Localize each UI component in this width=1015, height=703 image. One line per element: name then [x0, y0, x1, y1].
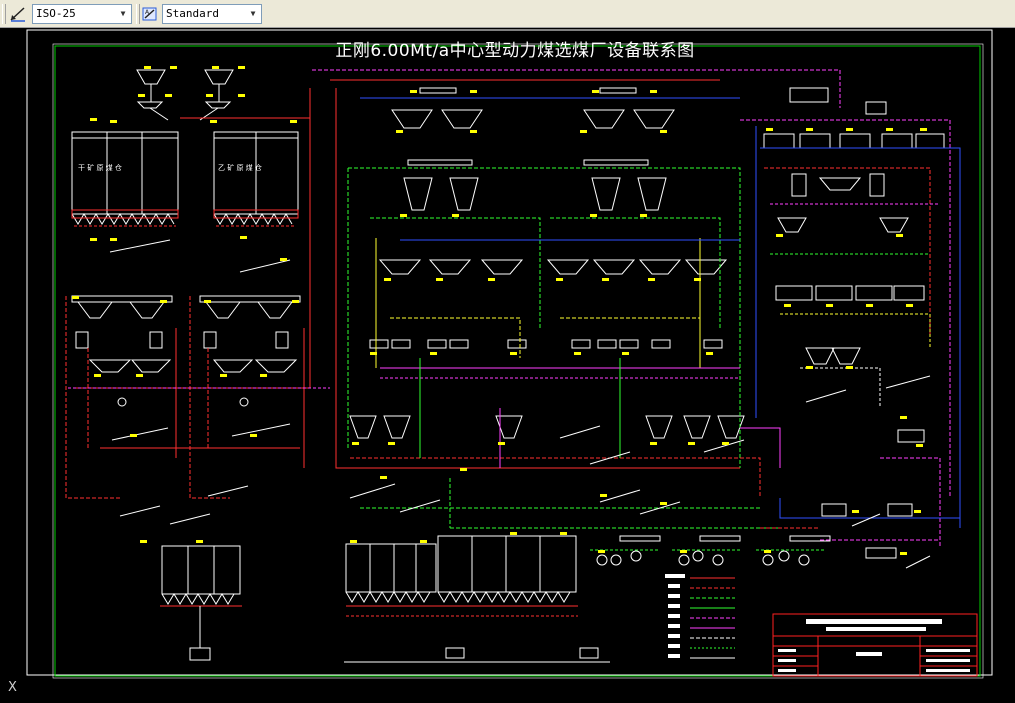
- text-style-icon[interactable]: A: [140, 4, 160, 24]
- pipes-right: [740, 119, 961, 548]
- dimension-style-select[interactable]: ISO-25 ▼: [32, 4, 132, 24]
- thickeners-row: [349, 415, 745, 439]
- loading-conveyors-bottom: [160, 605, 578, 648]
- pipes-left: [65, 88, 330, 499]
- drawing-frame: [54, 45, 981, 677]
- desliming-screens-top: [391, 87, 675, 166]
- text-style-select[interactable]: Standard ▼: [162, 4, 262, 24]
- drawing-title: 正刚6.00Mt/a中心型动力煤选煤厂设备联系图: [335, 41, 695, 61]
- screening-section-left: [71, 295, 301, 407]
- equipment-tags: [72, 66, 927, 555]
- pipes-center: [312, 69, 841, 529]
- text-style-value: Standard: [166, 7, 219, 20]
- belt-conveyors-center: [349, 425, 745, 515]
- filter-presses: [775, 217, 925, 559]
- bin-label-left-a: 干 矿 原 煤 仓: [78, 163, 122, 172]
- flotation-cells: [763, 87, 945, 197]
- screens-row-middle: [378, 259, 728, 275]
- ucs-axis-marker: X: [8, 680, 17, 695]
- belt-conveyors-right: [805, 375, 931, 569]
- crushers-left: [75, 331, 289, 349]
- toolbar: ISO-25 ▼ A Standard ▼: [0, 0, 1015, 28]
- chevron-down-icon[interactable]: ▼: [115, 5, 131, 23]
- drawing-frame-outer: [52, 43, 984, 679]
- centrifuges-row: [369, 339, 723, 349]
- feeders-left: [71, 209, 299, 227]
- dimension-style-icon[interactable]: [8, 4, 28, 24]
- sheet-border: [26, 29, 993, 676]
- dense-medium-cyclones: [403, 177, 667, 211]
- product-bins-bottom: [161, 535, 610, 663]
- bin-label-left-b: 乙 矿 原 煤 仓: [218, 163, 262, 172]
- dimension-style-value: ISO-25: [36, 7, 76, 20]
- chevron-down-icon[interactable]: ▼: [245, 5, 261, 23]
- belt-conveyors-left: [109, 239, 291, 525]
- pumps-row: [590, 535, 831, 566]
- drawing-canvas[interactable]: 干 矿 原 煤 仓 乙 矿 原 煤 仓 正刚6.00Mt/a中心型动力煤选煤厂设…: [0, 28, 1015, 703]
- title-block: [772, 613, 978, 677]
- cad-drawing: 干 矿 原 煤 仓 乙 矿 原 煤 仓: [26, 29, 993, 679]
- line-legend: [665, 574, 735, 659]
- toolbar-grip[interactable]: [2, 4, 6, 24]
- raw-coal-bins: [71, 69, 299, 225]
